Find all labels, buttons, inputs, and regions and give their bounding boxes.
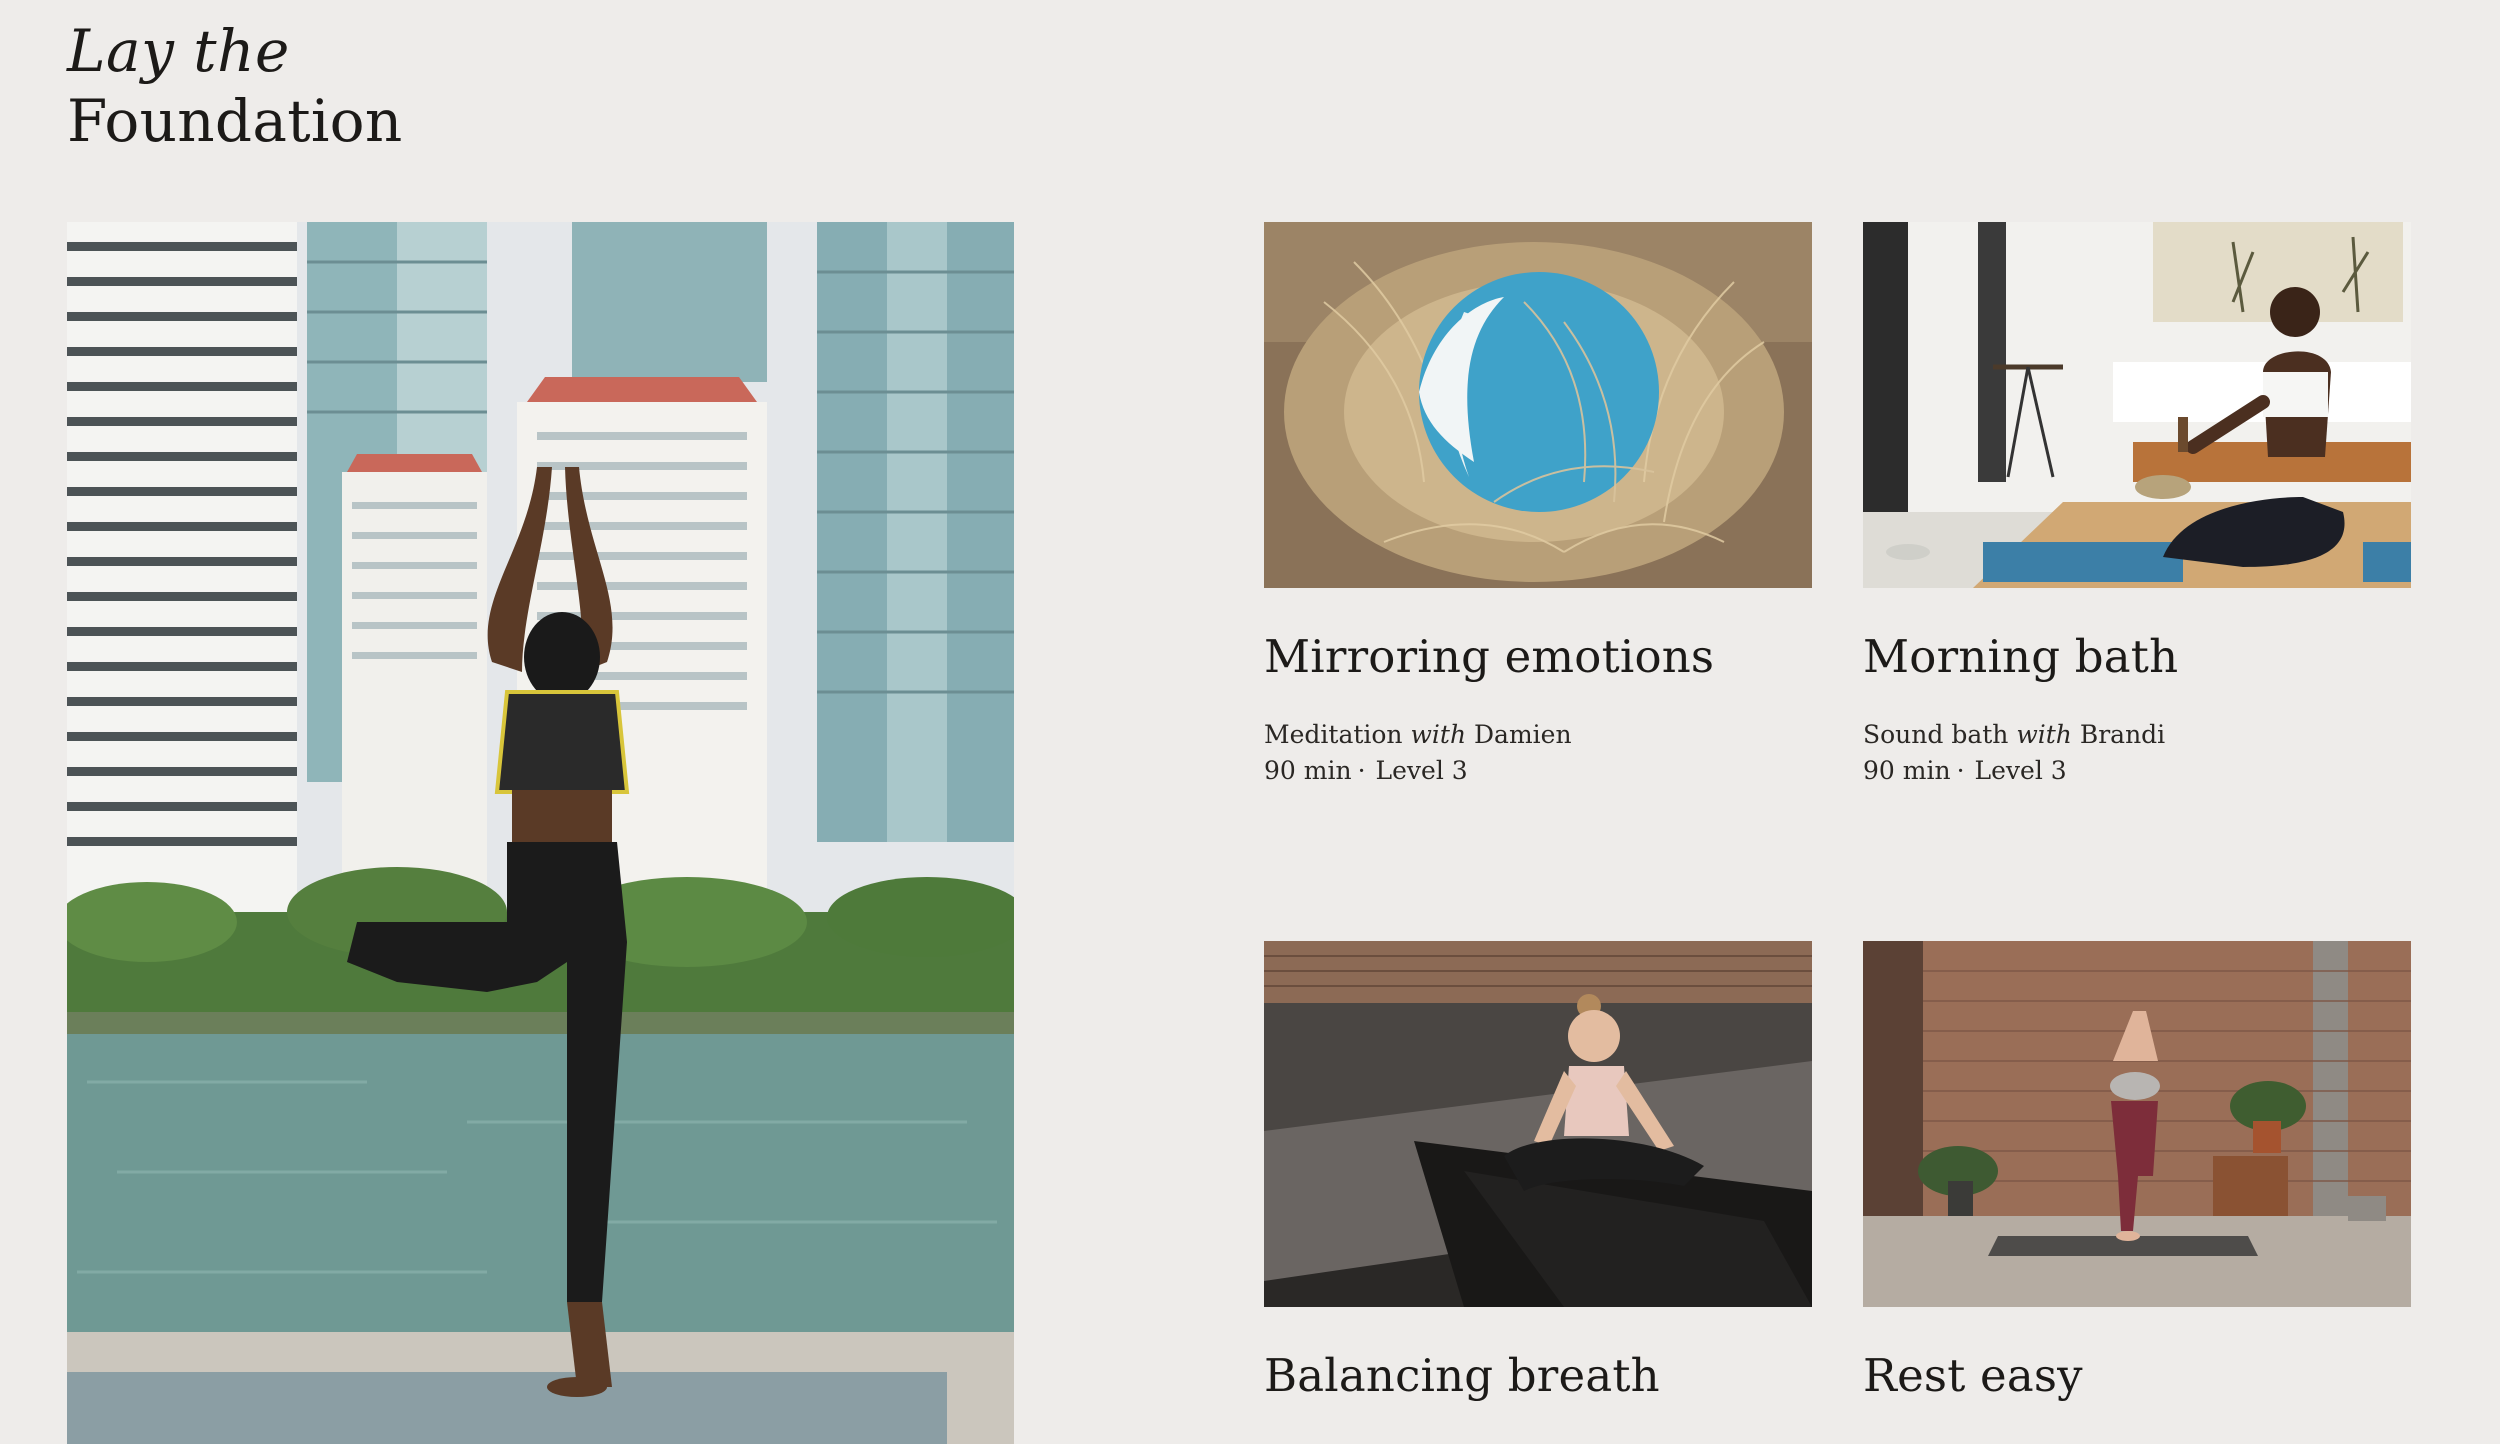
- class-image-standing-pose-brick-wall[interactable]: [1863, 941, 2411, 1307]
- class-separator: ·: [1956, 756, 1965, 785]
- page: Lay the Foundation Mirroring emotions Me…: [0, 0, 2500, 1444]
- class-card-morning-bath[interactable]: Morning bath Sound bath with Brandi 90 m…: [1863, 222, 2411, 789]
- class-card-balancing-breath[interactable]: Balancing breath: [1264, 941, 1812, 1402]
- class-with: with: [2016, 720, 2072, 749]
- class-title[interactable]: Mirroring emotions: [1264, 630, 1812, 683]
- class-type-line: Meditation with Damien: [1264, 717, 1812, 753]
- class-image-mirror-in-grass[interactable]: [1264, 222, 1812, 588]
- class-image-seated-meditation[interactable]: [1264, 941, 1812, 1307]
- class-level: Level 3: [1375, 756, 1468, 785]
- class-title[interactable]: Morning bath: [1863, 630, 2411, 683]
- class-title[interactable]: Balancing breath: [1264, 1349, 1812, 1402]
- section-heading: Lay the Foundation: [67, 22, 403, 150]
- class-title[interactable]: Rest easy: [1863, 1349, 2411, 1402]
- class-image-sound-bath[interactable]: [1863, 222, 2411, 588]
- class-meta: Meditation with Damien 90 min · Level 3: [1264, 717, 1812, 789]
- class-type: Sound bath: [1863, 720, 2009, 749]
- class-instructor: Brandi: [2079, 720, 2166, 749]
- class-duration: 90 min: [1264, 756, 1352, 785]
- class-type-line: Sound bath with Brandi: [1863, 717, 2411, 753]
- section-title-italic: Lay the: [67, 17, 290, 85]
- class-details-line: 90 min · Level 3: [1863, 753, 2411, 789]
- hero-illustration: [67, 222, 1014, 1444]
- class-details-line: 90 min · Level 3: [1264, 753, 1812, 789]
- class-with: with: [1410, 720, 1467, 749]
- class-type: Meditation: [1264, 720, 1403, 749]
- class-separator: ·: [1357, 756, 1366, 785]
- class-meta: Sound bath with Brandi 90 min · Level 3: [1863, 717, 2411, 789]
- class-level: Level 3: [1974, 756, 2067, 785]
- class-card-rest-easy[interactable]: Rest easy: [1863, 941, 2411, 1402]
- class-duration: 90 min: [1863, 756, 1951, 785]
- class-card-mirroring-emotions[interactable]: Mirroring emotions Meditation with Damie…: [1264, 222, 1812, 789]
- hero-image-yoga-tree-pose: [67, 222, 1014, 1444]
- section-title-regular: Foundation: [67, 87, 403, 155]
- class-instructor: Damien: [1474, 720, 1572, 749]
